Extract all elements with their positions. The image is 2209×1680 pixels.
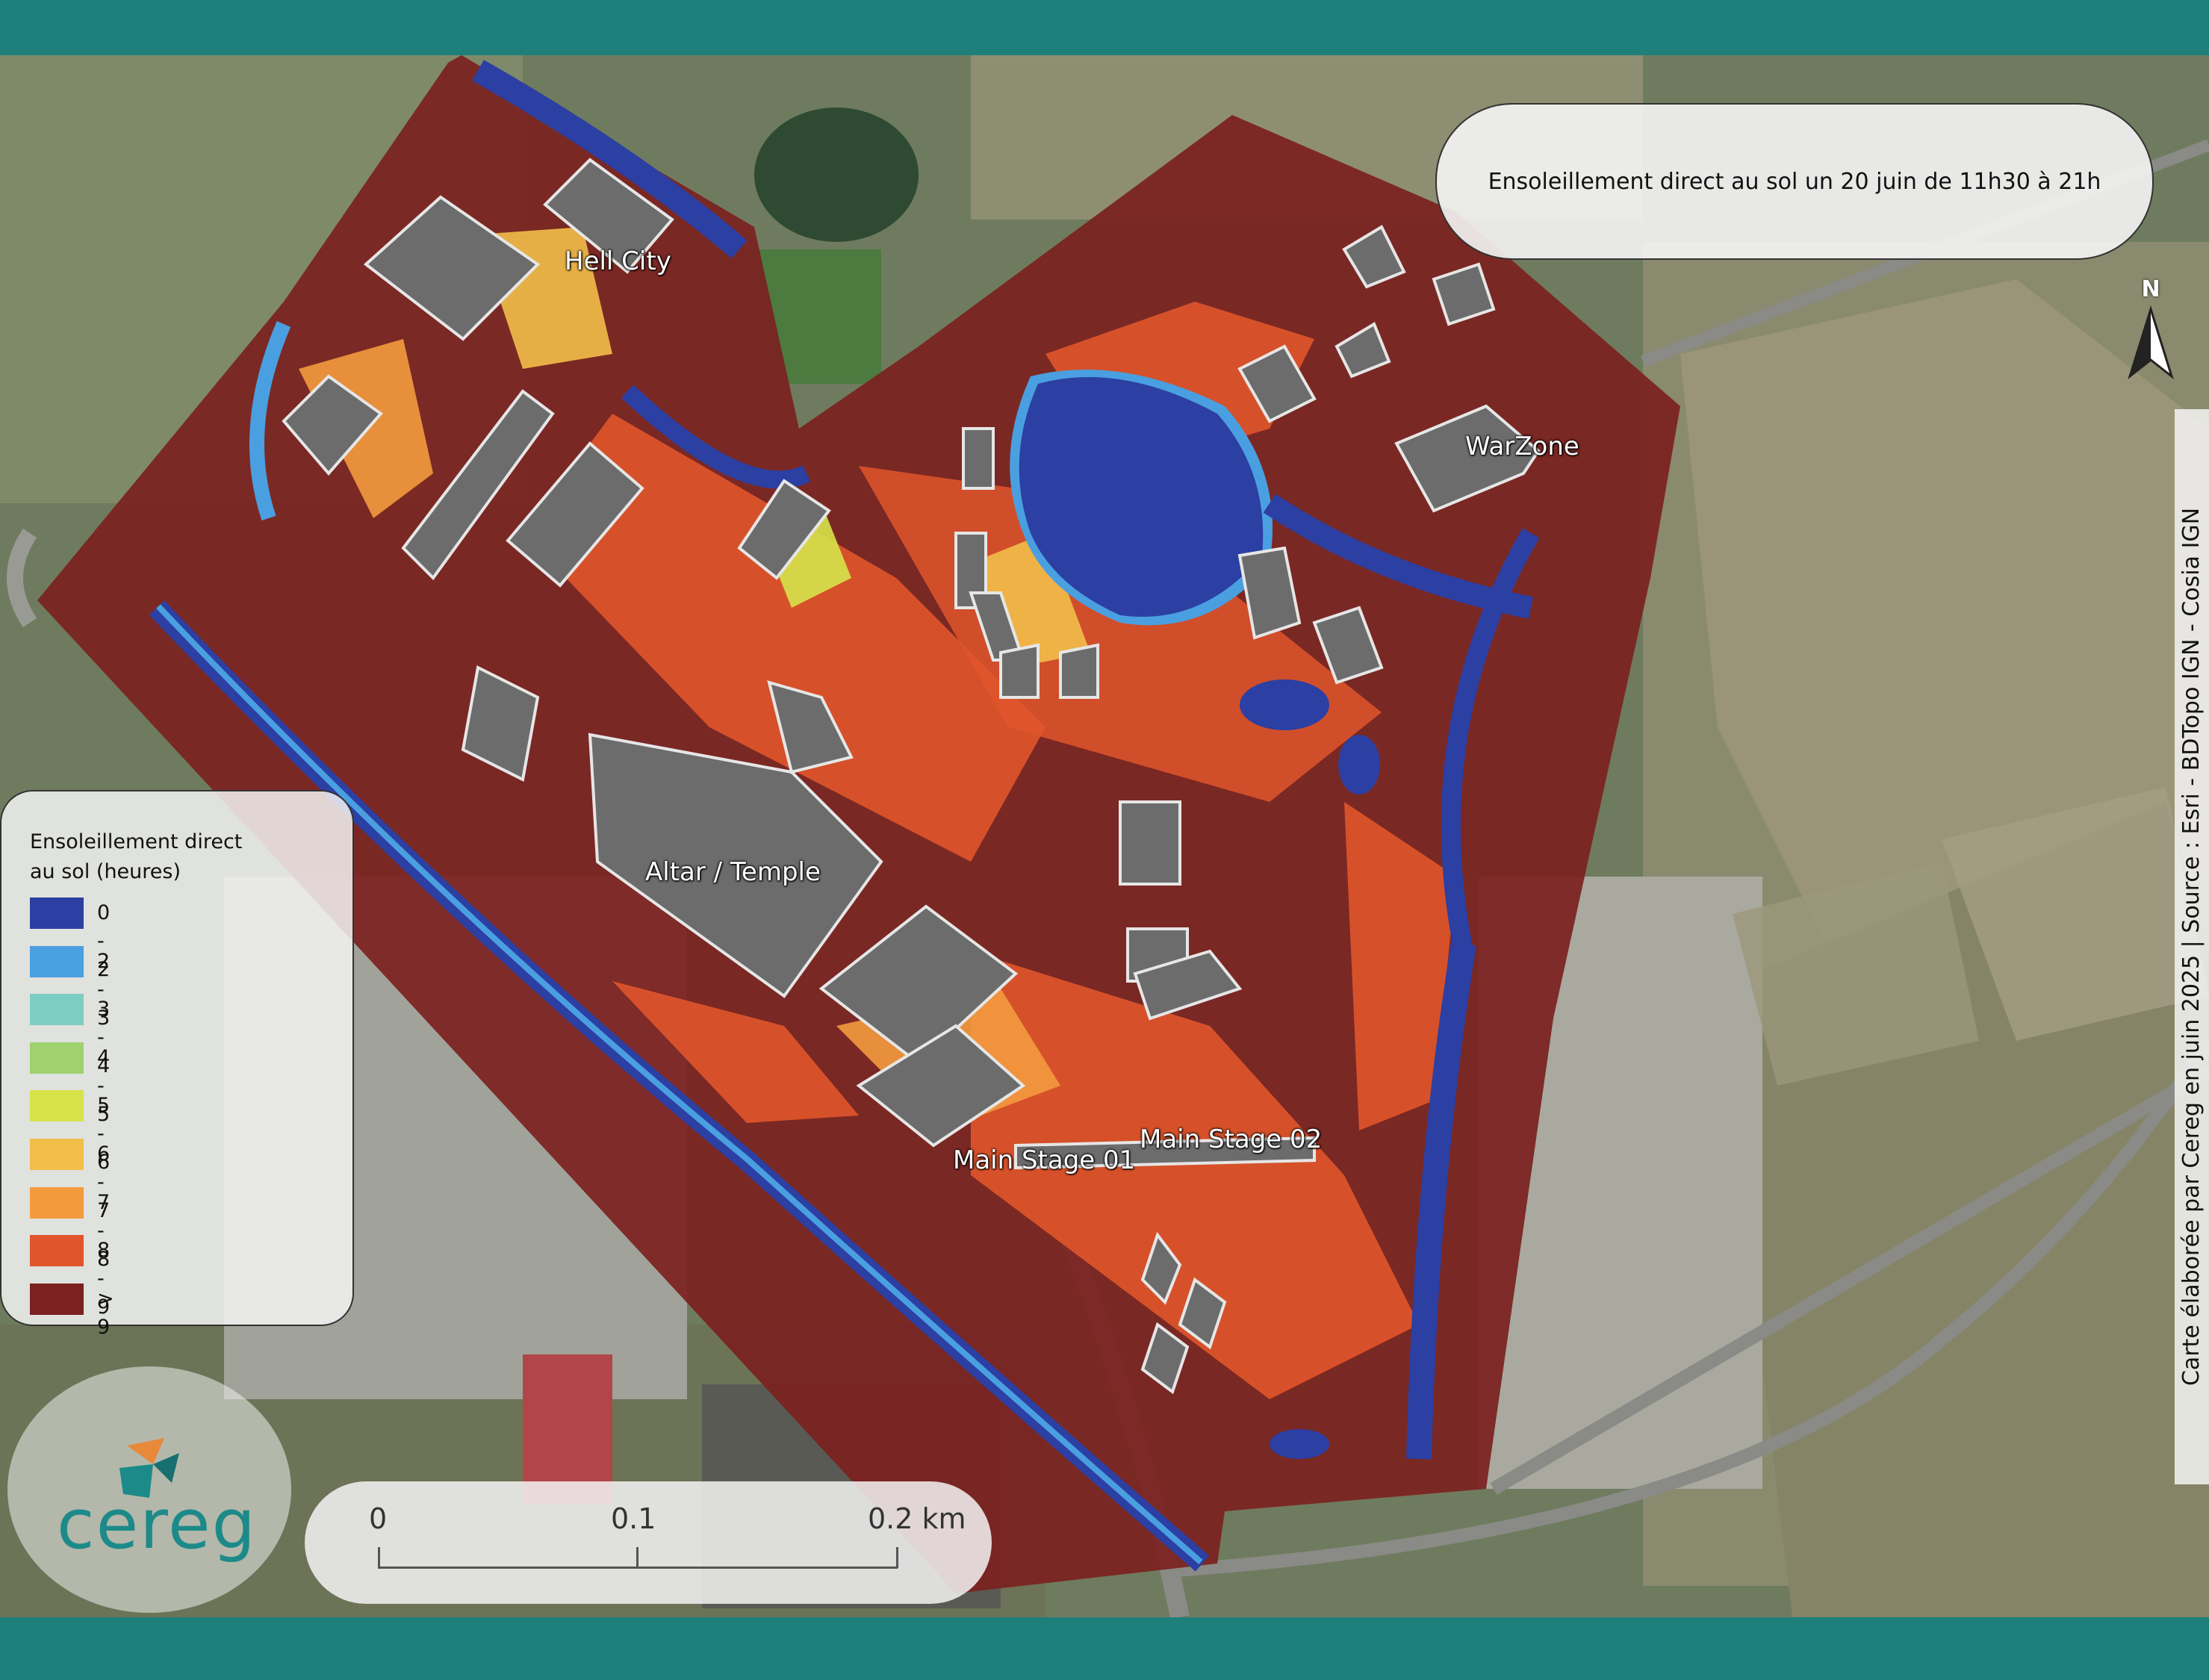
place-label-hell-city: Hell City	[565, 246, 671, 276]
legend-swatch	[30, 1235, 84, 1267]
north-label: N	[2141, 276, 2160, 302]
legend-swatch	[30, 1090, 84, 1122]
legend-panel: Ensoleillement direct au sol (heures) 0 …	[0, 790, 354, 1339]
legend-swatch	[30, 1283, 84, 1315]
legend-swatch	[30, 1042, 84, 1074]
top-frame-band	[0, 0, 2209, 55]
logo-text: cereg	[57, 1484, 257, 1564]
scale-label-0-2-km: 0.2 km	[868, 1502, 966, 1535]
cereg-logo: cereg	[7, 1366, 291, 1613]
scale-label-0: 0	[369, 1502, 388, 1535]
map-title: Ensoleillement direct au sol un 20 juin …	[1435, 103, 2154, 260]
place-label-altar-temple: Altar / Temple	[645, 857, 821, 887]
bottom-frame-band	[0, 1617, 2209, 1680]
place-label-main-stage-02: Main Stage 02	[1140, 1124, 1323, 1154]
legend-title: Ensoleillement direct au sol (heures)	[30, 830, 243, 883]
map-credits: Carte élaborée par Cereg en juin 2025 | …	[2178, 507, 2205, 1387]
scale-tick	[378, 1547, 380, 1568]
scale-tick	[636, 1547, 639, 1568]
legend-swatch	[30, 1186, 84, 1219]
north-arrow: N	[2121, 276, 2181, 388]
place-label-main-stage-01: Main Stage 01	[953, 1145, 1136, 1175]
legend-swatch	[30, 945, 84, 977]
scale-tick	[896, 1547, 898, 1568]
place-label-warzone: WarZone	[1465, 432, 1579, 461]
legend-swatch	[30, 897, 84, 929]
legend-swatch	[30, 1138, 84, 1170]
legend-swatch	[30, 994, 84, 1026]
legend-label: > 9	[97, 1287, 114, 1339]
scale-label-0-1: 0.1	[611, 1502, 656, 1535]
scale-bar: 0 0.1 0.2 km	[305, 1481, 992, 1604]
